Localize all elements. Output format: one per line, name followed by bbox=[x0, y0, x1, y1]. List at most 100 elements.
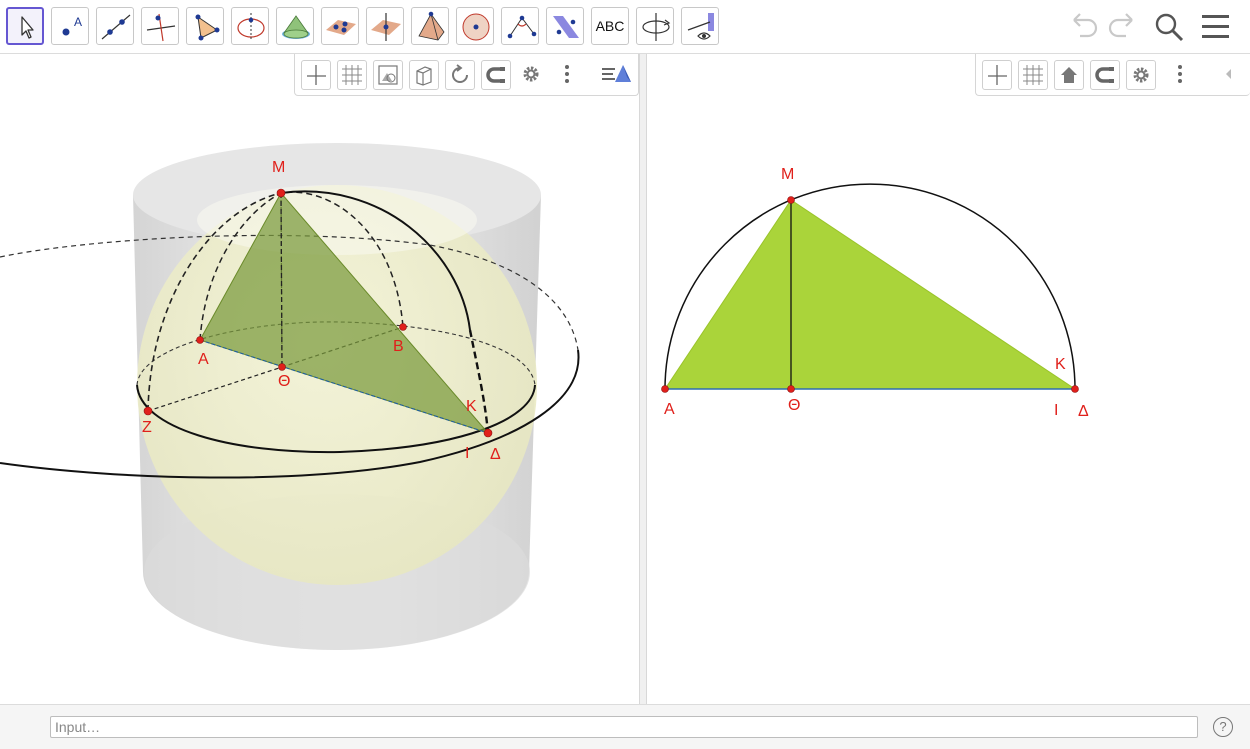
text-tool-button[interactable]: ABC bbox=[591, 7, 629, 45]
label-b-3d: B bbox=[393, 338, 404, 355]
scene-2d-canvas[interactable]: M A Θ K Ι Δ bbox=[647, 54, 1250, 704]
view-in-front-tool-button[interactable] bbox=[681, 7, 719, 45]
line-through-points-icon bbox=[101, 14, 131, 40]
grid-toggle-button-2d[interactable] bbox=[1018, 60, 1048, 90]
label-a-3d: A bbox=[198, 351, 209, 368]
point-a-3d[interactable] bbox=[196, 336, 204, 344]
main-menu-button[interactable] bbox=[1199, 6, 1233, 51]
move-tool-button[interactable] bbox=[6, 7, 44, 45]
point-delta-3d[interactable] bbox=[483, 428, 493, 438]
menu-icon bbox=[1202, 15, 1229, 38]
point-capturing-icon bbox=[1095, 67, 1114, 83]
undo-button[interactable] bbox=[1068, 6, 1102, 51]
more-vertical-icon bbox=[565, 65, 569, 83]
axes-toggle-icon bbox=[988, 65, 1007, 85]
scene-3d-canvas[interactable]: M A B Θ K Z Ι Δ bbox=[0, 54, 639, 704]
axes-toggle-button-2d[interactable] bbox=[982, 60, 1012, 90]
settings-button-2d[interactable] bbox=[1126, 60, 1156, 90]
line-tool-button[interactable] bbox=[96, 7, 134, 45]
point-theta-3d[interactable] bbox=[278, 363, 286, 371]
point-icon: A bbox=[62, 15, 82, 36]
settings-gear-icon bbox=[523, 66, 539, 82]
triangle-2d[interactable] bbox=[664, 199, 1077, 390]
circle-with-axis-icon bbox=[237, 13, 265, 41]
point-a-2d[interactable] bbox=[661, 385, 669, 393]
more-button-3d[interactable] bbox=[553, 60, 583, 90]
rotate-view-button[interactable] bbox=[445, 60, 475, 90]
label-delta-2d: Δ bbox=[1078, 403, 1089, 420]
rotate-3d-view-icon bbox=[642, 13, 671, 41]
label-z-3d: Z bbox=[142, 419, 152, 436]
grid-toggle-icon bbox=[1023, 65, 1043, 85]
view-toggle-button-3d[interactable] bbox=[597, 60, 631, 90]
collapse-stylebar-button[interactable] bbox=[1214, 60, 1244, 90]
redo-button[interactable] bbox=[1104, 6, 1138, 51]
label-k-3d: K bbox=[466, 398, 477, 415]
svg-text:A: A bbox=[74, 15, 82, 29]
help-button[interactable]: ? bbox=[1213, 717, 1233, 737]
more-button-2d[interactable] bbox=[1166, 60, 1196, 90]
plane-points-icon bbox=[326, 20, 356, 35]
sphere-icon bbox=[462, 13, 490, 41]
pyramid-tool-button[interactable] bbox=[411, 7, 449, 45]
point-theta-2d[interactable] bbox=[787, 385, 795, 393]
point-capturing-button-2d[interactable] bbox=[1090, 60, 1120, 90]
settings-gear-icon bbox=[1133, 67, 1149, 83]
graphics-2d-stylebar bbox=[975, 54, 1250, 96]
cone-icon bbox=[282, 15, 310, 39]
graphics-3d-view[interactable]: M A B Θ K Z Ι Δ bbox=[0, 54, 639, 704]
view-divider[interactable] bbox=[639, 54, 647, 704]
more-vertical-icon bbox=[1178, 65, 1182, 83]
circle-tool-button[interactable] bbox=[231, 7, 269, 45]
angle-tool-button[interactable] bbox=[501, 7, 539, 45]
perpendicular-plane-icon bbox=[371, 13, 401, 41]
view-in-front-of-icon bbox=[687, 13, 714, 40]
label-theta-3d: Θ bbox=[278, 373, 290, 390]
rotate-view-tool-button[interactable] bbox=[636, 7, 674, 45]
label-a-2d: A bbox=[664, 401, 675, 418]
point-z-3d[interactable] bbox=[143, 406, 153, 416]
projection-cube-icon bbox=[416, 66, 432, 86]
intersect-surfaces-tool-button[interactable] bbox=[276, 7, 314, 45]
angle-icon bbox=[507, 15, 537, 39]
text-icon: ABC bbox=[595, 18, 625, 34]
undo-icon bbox=[1073, 13, 1098, 38]
search-button[interactable] bbox=[1151, 6, 1187, 51]
algebra-input-field[interactable] bbox=[50, 716, 1198, 738]
point-tool-button[interactable]: A bbox=[51, 7, 89, 45]
polygon-tool-button[interactable] bbox=[186, 7, 224, 45]
rotate-view-icon bbox=[452, 64, 468, 83]
projection-button[interactable] bbox=[409, 60, 439, 90]
axes-toggle-button-3d[interactable] bbox=[301, 60, 331, 90]
clipping-box-button[interactable] bbox=[373, 60, 403, 90]
search-icon bbox=[1155, 13, 1184, 42]
label-theta-2d: Θ bbox=[788, 397, 800, 414]
perpendicular-line-icon bbox=[146, 13, 176, 42]
point-delta-2d[interactable] bbox=[1071, 385, 1079, 393]
label-i-2d: Ι bbox=[1054, 402, 1058, 419]
point-m-2d[interactable] bbox=[787, 196, 795, 204]
view-toggle-icon bbox=[602, 65, 631, 82]
perpendicular-line-tool-button[interactable] bbox=[141, 7, 179, 45]
label-i-3d: Ι bbox=[465, 445, 469, 462]
reflect-about-plane-icon bbox=[553, 16, 579, 38]
plane-through-points-tool-button[interactable] bbox=[321, 7, 359, 45]
point-capturing-icon bbox=[486, 67, 505, 83]
settings-button-3d[interactable] bbox=[517, 60, 547, 90]
graphics-3d-stylebar bbox=[294, 54, 639, 96]
reflect-tool-button[interactable] bbox=[546, 7, 584, 45]
label-delta-3d: Δ bbox=[490, 446, 501, 463]
sphere-tool-button[interactable] bbox=[456, 7, 494, 45]
perpendicular-plane-tool-button[interactable] bbox=[366, 7, 404, 45]
grid-toggle-button-3d[interactable] bbox=[337, 60, 367, 90]
sphere-highlight bbox=[197, 185, 477, 255]
point-capturing-button-3d[interactable] bbox=[481, 60, 511, 90]
home-view-button[interactable] bbox=[1054, 60, 1084, 90]
point-m-3d[interactable] bbox=[276, 188, 286, 198]
home-icon bbox=[1061, 67, 1077, 83]
graphics-2d-view[interactable]: M A Θ K Ι Δ bbox=[647, 54, 1250, 704]
clipping-box-icon bbox=[378, 65, 398, 85]
polygon-icon bbox=[195, 14, 220, 41]
axes-toggle-icon bbox=[307, 65, 326, 85]
point-b-3d[interactable] bbox=[399, 323, 407, 331]
